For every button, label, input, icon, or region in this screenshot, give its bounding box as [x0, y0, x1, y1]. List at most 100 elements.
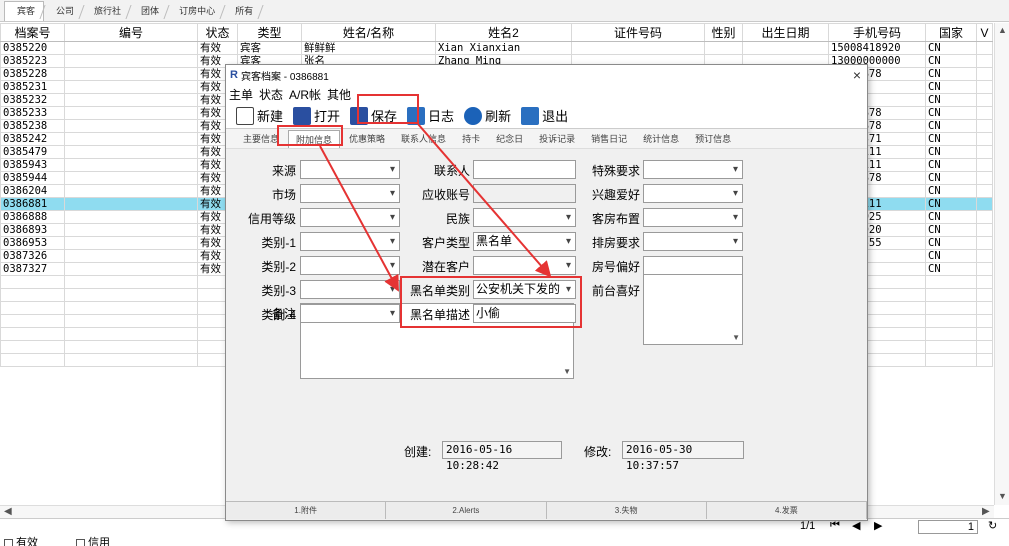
dialog-subtab[interactable]: 统计信息 [636, 130, 686, 147]
table-cell [64, 236, 198, 250]
record-type-tab[interactable]: 旅行社 [82, 1, 129, 21]
dialog-subtab[interactable]: 持卡 [455, 130, 487, 147]
column-header[interactable]: 出生日期 [742, 23, 829, 42]
col3-label: 客房布置 [591, 212, 640, 226]
col3-field[interactable] [643, 256, 743, 275]
table-cell: 0387326 [0, 249, 65, 263]
table-cell [64, 67, 198, 81]
dialog-menu-item[interactable]: 其他 [327, 86, 351, 103]
table-cell [976, 54, 993, 68]
page-goto-input[interactable]: 1 [918, 520, 978, 534]
column-header[interactable]: 姓名2 [435, 23, 572, 42]
dialog-subtab[interactable]: 投诉记录 [532, 130, 582, 147]
col2-field[interactable] [473, 208, 576, 227]
checkbox-box[interactable] [4, 538, 13, 546]
toolbar-open-button[interactable]: 打开 [293, 106, 340, 125]
col1-field[interactable] [300, 208, 400, 227]
table-cell: 0385238 [0, 119, 65, 133]
table-cell [976, 80, 993, 94]
app-logo-icon: R [230, 69, 238, 81]
new-icon [236, 106, 254, 125]
refresh-icon[interactable]: ↻ [988, 519, 997, 532]
dialog-subtab[interactable]: 优惠策略 [342, 130, 392, 147]
table-cell: 0385479 [0, 145, 65, 159]
table-cell: CN [925, 67, 977, 81]
col1-field[interactable] [300, 304, 400, 323]
dialog-menu-item[interactable]: 主单 [229, 86, 253, 103]
table-cell [64, 249, 198, 263]
table-cell [64, 54, 198, 68]
toolbar-refresh-button[interactable]: 刷新 [464, 106, 511, 125]
column-header[interactable]: 国家 [925, 23, 977, 42]
col1-field[interactable] [300, 232, 400, 251]
column-header[interactable]: 状态 [197, 23, 238, 42]
table-cell [976, 119, 993, 133]
close-icon[interactable]: × [853, 67, 861, 83]
dialog-subtab[interactable]: 销售日记 [584, 130, 634, 147]
table-cell: CN [925, 41, 977, 55]
blacklist-highlight-box [400, 276, 582, 328]
col2-field[interactable] [473, 256, 576, 275]
column-header[interactable]: 编号 [64, 23, 198, 42]
dialog-bottom-tab[interactable]: 3.失物 [547, 502, 707, 519]
extra-info-tab-highlight-box [277, 125, 343, 146]
col2-field[interactable]: 黑名单 [473, 232, 576, 251]
col1-field[interactable] [300, 256, 400, 275]
column-header[interactable]: 姓名/名称 [301, 23, 436, 42]
next-page-icon[interactable]: ▶ [874, 519, 882, 532]
table-cell [704, 41, 743, 55]
col2-label: 民族 [445, 212, 470, 226]
column-header[interactable]: V [976, 23, 993, 42]
table-cell [64, 41, 198, 55]
table-cell [976, 184, 993, 198]
col2-label: 客户类型 [421, 236, 470, 250]
col3-field[interactable] [643, 208, 743, 227]
table-cell [64, 262, 198, 276]
table-cell [976, 132, 993, 146]
dialog-subtab[interactable]: 预订信息 [688, 130, 738, 147]
table-cell [976, 145, 993, 159]
table-cell: CN [925, 236, 977, 250]
col1-field[interactable] [300, 280, 400, 299]
table-cell [976, 236, 993, 250]
table-cell [976, 67, 993, 81]
filter-checkbox-0[interactable]: 有效 [4, 534, 38, 546]
col3-field[interactable] [643, 160, 743, 179]
col1-field[interactable] [300, 160, 400, 179]
dialog-bottom-tab[interactable]: 1.附件 [226, 502, 387, 519]
record-type-tab[interactable]: 订房中心 [167, 1, 223, 21]
column-header[interactable]: 证件号码 [571, 23, 705, 42]
col1-field[interactable] [300, 184, 400, 203]
dialog-bottom-tab[interactable]: 4.发票 [707, 502, 867, 519]
table-cell: 0386953 [0, 236, 65, 250]
col3-field[interactable] [643, 184, 743, 203]
column-header[interactable]: 类型 [237, 23, 302, 42]
table-cell [976, 197, 993, 211]
dialog-menu-item[interactable]: 状态 [259, 86, 283, 103]
col2-field[interactable] [473, 160, 576, 179]
toolbar-new-button[interactable]: 新建 [236, 106, 283, 125]
table-cell: 0385944 [0, 171, 65, 185]
table-cell [64, 106, 198, 120]
table-cell [64, 80, 198, 94]
record-type-tab[interactable]: 团体 [129, 1, 167, 21]
column-header[interactable]: 档案号 [0, 23, 65, 42]
record-type-tab[interactable]: 所有 [223, 1, 261, 21]
col3-field[interactable] [643, 232, 743, 251]
grid-vertical-scrollbar[interactable]: ▲ ▼ [994, 23, 1009, 505]
column-header[interactable]: 性别 [704, 23, 743, 42]
toolbar-exit-button[interactable]: 退出 [521, 106, 568, 125]
dialog-menu-item[interactable]: A/R帐 [289, 86, 321, 103]
dialog-subtab[interactable]: 联系人信息 [394, 130, 453, 147]
dialog-bottom-tab[interactable]: 2.Alerts [386, 502, 547, 519]
record-type-tab[interactable]: 宾客 [4, 1, 45, 21]
dialog-subtab[interactable]: 纪念日 [489, 130, 530, 147]
checkbox-box[interactable] [76, 538, 85, 546]
column-header[interactable]: 手机号码 [828, 23, 926, 42]
table-cell: 0385223 [0, 54, 65, 68]
table-cell [571, 41, 705, 55]
record-type-tab[interactable]: 公司 [44, 1, 82, 21]
filter-checkbox-1[interactable]: 信用 [76, 534, 110, 546]
table-row[interactable]: 0385220 有效 宾客 鲜鲜鲜 Xian Xianxian 15008418920 CN [0, 41, 993, 55]
col2-field[interactable] [473, 184, 576, 203]
